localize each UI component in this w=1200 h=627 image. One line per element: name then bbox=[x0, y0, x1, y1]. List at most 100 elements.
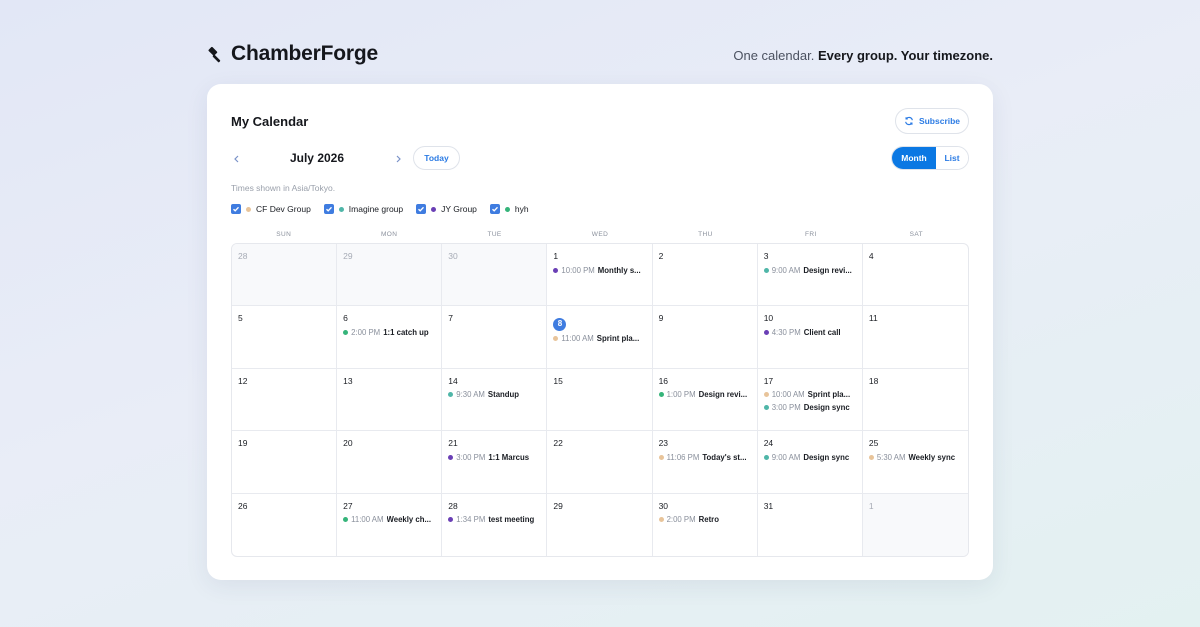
event-time: 11:00 AM bbox=[351, 515, 384, 525]
day-cell[interactable]: 5 bbox=[232, 306, 338, 369]
event-color-dot bbox=[763, 267, 769, 273]
day-cell[interactable]: 10 4:30 PM Client call bbox=[757, 306, 863, 369]
calendar-event[interactable]: 9:00 AM Design revi... bbox=[763, 264, 860, 276]
calendar-event[interactable]: 9:00 AM Design sync bbox=[763, 451, 860, 463]
filter-checkbox[interactable] bbox=[231, 204, 241, 214]
event-color-dot bbox=[658, 392, 664, 398]
day-number: 22 bbox=[553, 438, 563, 449]
day-cell[interactable]: 22 bbox=[547, 431, 653, 494]
view-month-button[interactable]: Month bbox=[892, 147, 936, 169]
day-cell[interactable]: 27 11:00 AM Weekly ch... bbox=[337, 493, 443, 556]
day-number: 29 bbox=[343, 251, 353, 261]
calendar-event[interactable]: 2:00 PM 1:1 catch up bbox=[343, 326, 439, 338]
event-title: Design revi... bbox=[698, 390, 748, 400]
calendar-event[interactable]: 5:30 AM Weekly sync bbox=[868, 451, 965, 463]
check-icon bbox=[233, 206, 240, 212]
day-cell[interactable]: 23 11:06 PM Today's st... bbox=[652, 431, 758, 494]
day-cell[interactable]: 30 2:00 PM Retro bbox=[653, 493, 758, 556]
day-number: 9 bbox=[658, 313, 664, 324]
day-cell[interactable]: 17 10:00 AM Sprint pla... 3:00 PM Design syn… bbox=[757, 368, 863, 432]
next-month-button[interactable] bbox=[390, 151, 406, 167]
day-cell[interactable]: 2 bbox=[652, 244, 758, 307]
calendar-event[interactable]: 1:34 PM test meeting bbox=[448, 514, 544, 526]
day-cell[interactable]: 18 bbox=[862, 369, 968, 432]
view-list-button[interactable]: List bbox=[936, 147, 968, 169]
tagline-lead: One calendar. bbox=[733, 48, 815, 63]
calendar-event[interactable]: 3:00 PM 1:1 Marcus bbox=[448, 451, 544, 463]
timezone-note: Times shown in Asia/Tokyo. bbox=[231, 183, 336, 193]
day-cell[interactable]: 15 bbox=[547, 368, 653, 432]
day-number: 7 bbox=[448, 313, 454, 324]
calendar-event[interactable]: 9:30 AM Standup bbox=[448, 389, 544, 401]
day-cell[interactable]: 25 5:30 AM Weekly sync bbox=[862, 431, 968, 494]
event-color-dot bbox=[763, 405, 769, 411]
calendar-event[interactable]: 11:00 AM Sprint pla... bbox=[553, 332, 649, 344]
day-cell[interactable]: 16 1:00 PM Design revi... bbox=[652, 368, 758, 432]
day-cell[interactable]: 19 bbox=[232, 431, 338, 494]
day-cell[interactable]: 31 bbox=[758, 493, 863, 556]
calendar-event[interactable]: 4:30 PM Client call bbox=[763, 326, 860, 338]
today-button[interactable]: Today bbox=[413, 146, 460, 170]
calendar-event[interactable]: 11:06 PM Today's st... bbox=[658, 451, 755, 463]
day-cell[interactable]: 1 bbox=[862, 493, 968, 556]
filter-checkbox[interactable] bbox=[489, 204, 500, 214]
calendar-event[interactable]: 11:00 AM Weekly ch... bbox=[343, 514, 439, 526]
day-cell[interactable]: 12 bbox=[232, 368, 338, 432]
group-filter[interactable]: hyh bbox=[489, 204, 529, 214]
day-cell[interactable]: 28 bbox=[232, 244, 338, 307]
day-number: 25 bbox=[868, 438, 879, 449]
day-cell[interactable]: 6 2:00 PM 1:1 catch up bbox=[337, 306, 443, 369]
day-number: 18 bbox=[868, 375, 879, 386]
day-cell[interactable]: 11 bbox=[862, 306, 968, 369]
filter-checkbox[interactable] bbox=[416, 204, 427, 214]
calendar-event[interactable]: 3:00 PM Design sync bbox=[763, 402, 860, 414]
day-cell[interactable]: 4 bbox=[862, 244, 968, 307]
day-cell[interactable]: 26 bbox=[232, 493, 338, 556]
event-color-dot bbox=[868, 454, 874, 460]
day-cell[interactable]: 13 bbox=[337, 368, 443, 432]
event-color-dot bbox=[763, 392, 769, 398]
day-cell[interactable]: 9 bbox=[652, 306, 758, 369]
event-color-dot bbox=[553, 267, 559, 273]
day-cell[interactable]: 8 11:00 AM Sprint pla... bbox=[547, 306, 653, 369]
calendar-event[interactable]: 10:00 AM Sprint pla... bbox=[763, 389, 860, 401]
day-cell[interactable]: 30 bbox=[442, 244, 548, 307]
group-filter[interactable]: Imagine group bbox=[323, 204, 403, 214]
day-cell[interactable]: 14 9:30 AM Standup bbox=[442, 368, 548, 432]
day-cell[interactable]: 28 1:34 PM test meeting bbox=[442, 493, 548, 556]
chevron-right-icon bbox=[396, 155, 401, 163]
day-number: 17 bbox=[763, 375, 774, 386]
calendar-card: My Calendar Subscribe July 2026 Today Mo… bbox=[207, 84, 993, 580]
day-cell[interactable]: 29 bbox=[547, 493, 653, 556]
weekday-label: FRI bbox=[805, 231, 817, 238]
subscribe-button[interactable]: Subscribe bbox=[895, 108, 969, 134]
calendar-event[interactable]: 10:00 PM Monthly s... bbox=[553, 264, 649, 276]
group-filters: CF Dev Group Imagine group JY Group hyh bbox=[231, 204, 529, 214]
day-number: 13 bbox=[343, 375, 353, 386]
day-number: 14 bbox=[448, 375, 458, 386]
event-title: Sprint pla... bbox=[596, 333, 640, 343]
day-number: 20 bbox=[343, 438, 353, 449]
day-cell[interactable]: 20 bbox=[337, 431, 443, 494]
day-cell[interactable]: 3 9:00 AM Design revi... bbox=[757, 244, 863, 307]
day-number: 26 bbox=[238, 500, 248, 511]
event-color-dot bbox=[448, 454, 454, 460]
weekday-header: SUN MON TUE WED THU FRI SAT bbox=[231, 231, 969, 238]
day-cell[interactable]: 21 3:00 PM 1:1 Marcus bbox=[442, 431, 548, 494]
today-date: 8 bbox=[553, 317, 567, 331]
weekday-label: TUE bbox=[487, 231, 502, 238]
calendar-event[interactable]: 2:00 PM Retro bbox=[658, 514, 755, 526]
group-filter[interactable]: JY Group bbox=[416, 204, 477, 214]
calendar-event[interactable]: 1:00 PM Design revi... bbox=[658, 389, 755, 401]
day-cell[interactable]: 24 9:00 AM Design sync bbox=[757, 431, 863, 494]
subscribe-label: Subscribe bbox=[918, 116, 961, 126]
day-cell[interactable]: 7 bbox=[442, 306, 548, 369]
day-cell[interactable]: 29 bbox=[337, 244, 443, 307]
filter-checkbox[interactable] bbox=[323, 204, 334, 214]
prev-month-button[interactable] bbox=[229, 151, 245, 167]
brand-logo[interactable]: ChamberForge bbox=[207, 42, 378, 66]
day-number: 19 bbox=[238, 438, 248, 449]
day-number: 28 bbox=[448, 500, 458, 511]
day-cell[interactable]: 1 10:00 PM Monthly s... bbox=[547, 244, 653, 307]
group-filter[interactable]: CF Dev Group bbox=[231, 204, 311, 214]
